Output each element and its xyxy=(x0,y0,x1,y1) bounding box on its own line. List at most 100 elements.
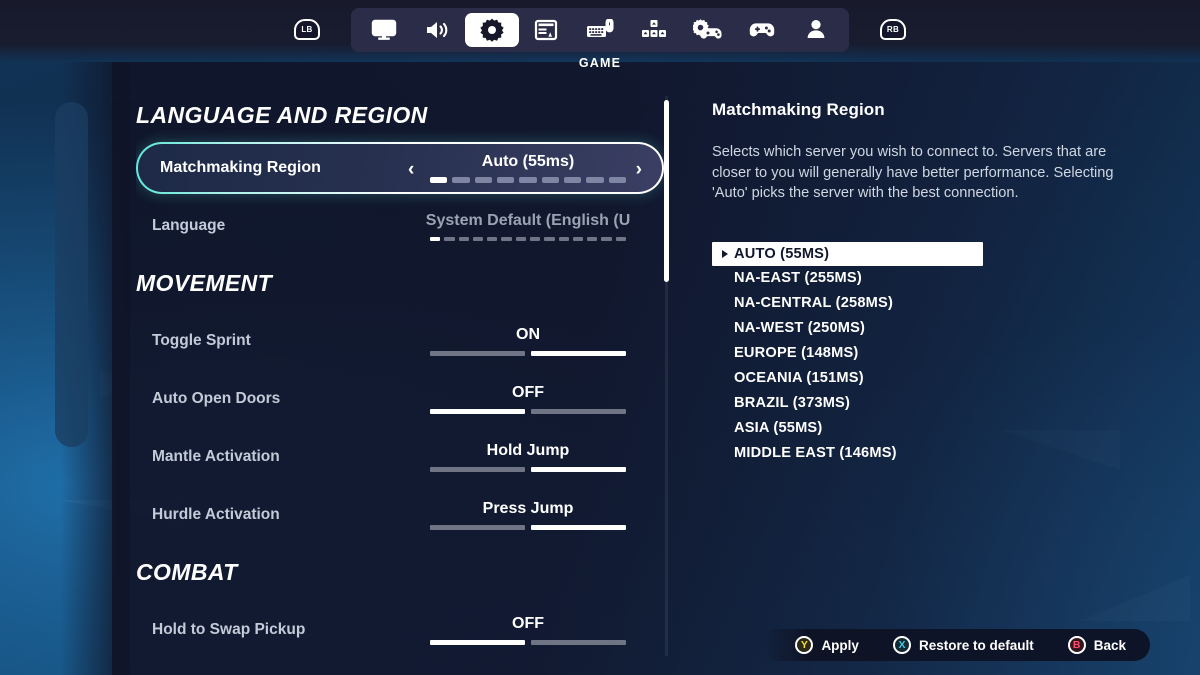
region-option-label: NA-CENTRAL (258MS) xyxy=(734,295,894,311)
setting-value-toggle-sprint: ON xyxy=(516,326,540,343)
region-option-europe[interactable]: EUROPE (148MS) xyxy=(712,341,1152,366)
segment xyxy=(519,177,537,183)
action-bar: Y Apply X Restore to default B Back xyxy=(761,629,1150,661)
account-icon xyxy=(807,20,825,38)
restore-to-default-button[interactable]: X Restore to default xyxy=(892,636,1034,654)
active-tab-caption: GAME xyxy=(578,56,622,70)
setting-value-hurdle-activation-wrap: Press Jump xyxy=(430,500,626,530)
shoulder-button-lb[interactable]: LB xyxy=(294,18,320,40)
tab-game[interactable] xyxy=(465,13,519,47)
tab-building[interactable] xyxy=(627,13,681,47)
segment xyxy=(529,236,541,241)
segment xyxy=(496,177,515,183)
setting-row-matchmaking-region-inner: Matchmaking Region ‹ Auto (55ms) › xyxy=(138,144,662,192)
segment xyxy=(601,236,612,241)
setting-row-auto-open-doors[interactable]: Auto Open Doors OFF xyxy=(136,377,666,421)
setting-label-language: Language xyxy=(152,217,226,234)
region-option-label: NA-EAST (255MS) xyxy=(734,270,862,286)
segment xyxy=(587,236,598,241)
setting-value-language: System Default (English (U xyxy=(425,211,631,229)
setting-value-matchmaking-region: Auto (55ms) xyxy=(481,153,575,170)
segment xyxy=(615,236,626,241)
segment xyxy=(487,236,498,241)
detail-panel: Matchmaking Region Selects which server … xyxy=(712,100,1152,466)
section-rail[interactable] xyxy=(55,102,88,447)
hud-layout-icon xyxy=(534,19,558,41)
button-glyph-b-icon: B xyxy=(1067,636,1086,654)
setting-row-mantle-activation[interactable]: Mantle Activation Hold Jump xyxy=(136,435,666,479)
back-button[interactable]: B Back xyxy=(1067,636,1126,654)
shoulder-lb-label: LB xyxy=(294,18,320,40)
segment xyxy=(531,467,626,472)
region-option-na-west[interactable]: NA-WEST (250MS) xyxy=(712,316,1152,341)
setting-value-auto-open-doors-wrap: OFF xyxy=(430,384,626,414)
apply-label: Apply xyxy=(821,637,859,653)
settings-list: LANGUAGE AND REGION Matchmaking Region ‹… xyxy=(136,96,666,675)
shoulder-button-rb[interactable]: RB xyxy=(880,18,906,40)
region-option-oceania[interactable]: OCEANIA (151MS) xyxy=(712,366,1152,391)
region-option-label: MIDDLE EAST (146MS) xyxy=(734,445,897,461)
selection-caret-icon xyxy=(722,249,728,258)
building-icon xyxy=(642,20,666,37)
button-glyph-y-icon: Y xyxy=(795,636,814,654)
setting-row-language[interactable]: Language System Default (English (U xyxy=(136,204,666,248)
region-option-label: EUROPE (148MS) xyxy=(734,345,859,361)
region-option-na-central[interactable]: NA-CENTRAL (258MS) xyxy=(712,291,1152,316)
setting-value-hold-to-swap-pickup-wrap: OFF xyxy=(430,615,626,645)
region-option-label: BRAZIL (373MS) xyxy=(734,395,851,411)
detail-title: Matchmaking Region xyxy=(712,100,885,119)
next-value-arrow[interactable]: › xyxy=(636,160,642,179)
segment xyxy=(544,236,555,241)
segment xyxy=(458,236,469,241)
tab-account[interactable] xyxy=(789,13,843,47)
setting-value-language-wrap: System Default (English (U xyxy=(426,212,630,241)
setting-segments-matchmaking-region xyxy=(430,177,626,183)
setting-segments-hold-to-swap-pickup xyxy=(430,640,626,645)
segment xyxy=(531,640,626,645)
setting-row-toggle-targeting[interactable]: Toggle Targeting OFF xyxy=(136,666,666,675)
tab-controller[interactable] xyxy=(735,13,789,47)
region-option-na-east[interactable]: NA-EAST (255MS) xyxy=(712,266,1152,291)
tab-video[interactable] xyxy=(357,13,411,47)
detail-description: Selects which server you wish to connect… xyxy=(712,144,1114,201)
tab-strip xyxy=(351,8,849,52)
tab-brightness-hud[interactable] xyxy=(519,13,573,47)
region-option-asia[interactable]: ASIA (55MS) xyxy=(712,416,1152,441)
segment xyxy=(444,236,455,241)
segment xyxy=(430,525,525,530)
segment xyxy=(472,236,484,241)
segment xyxy=(452,177,470,183)
segment xyxy=(558,236,569,241)
tab-keyboard-mouse[interactable] xyxy=(573,13,627,47)
setting-label-auto-open-doors: Auto Open Doors xyxy=(152,390,281,407)
tab-audio[interactable] xyxy=(411,13,465,47)
setting-segments-auto-open-doors xyxy=(430,409,626,414)
settings-screen: LB RB GAME LANGUAGE AND REGION Matchmaki… xyxy=(0,0,1200,675)
segment xyxy=(586,177,604,183)
setting-label-mantle-activation: Mantle Activation xyxy=(152,448,280,465)
region-option-middle-east[interactable]: MIDDLE EAST (146MS) xyxy=(712,441,1152,466)
setting-value-hold-to-swap-pickup: OFF xyxy=(512,615,544,632)
setting-row-matchmaking-region[interactable]: Matchmaking Region ‹ Auto (55ms) › xyxy=(136,142,664,194)
tab-gameplay-controller[interactable] xyxy=(681,13,735,47)
segment xyxy=(572,236,584,241)
button-glyph-x-icon: X xyxy=(892,636,911,654)
back-label: Back xyxy=(1093,637,1126,653)
group-heading-combat: COMBAT xyxy=(136,559,238,585)
prev-value-arrow[interactable]: ‹ xyxy=(408,160,414,179)
region-option-auto[interactable]: AUTO (55MS) xyxy=(712,241,983,266)
segment xyxy=(430,409,525,414)
group-heading-language-and-region: LANGUAGE AND REGION xyxy=(136,102,428,128)
settings-scrollbar-thumb[interactable] xyxy=(664,100,669,282)
setting-label-hold-to-swap-pickup: Hold to Swap Pickup xyxy=(152,621,306,638)
region-option-list: AUTO (55MS) NA-EAST (255MS) NA-CENTRAL (… xyxy=(712,241,1152,466)
apply-button[interactable]: Y Apply xyxy=(795,636,859,654)
setting-row-hold-to-swap-pickup[interactable]: Hold to Swap Pickup OFF xyxy=(136,608,666,652)
setting-value-matchmaking-region-wrap: Auto (55ms) xyxy=(430,153,626,183)
setting-row-toggle-sprint[interactable]: Toggle Sprint ON xyxy=(136,319,666,363)
restore-to-default-label: Restore to default xyxy=(918,637,1034,653)
setting-value-mantle-activation: Hold Jump xyxy=(486,442,570,459)
setting-segments-language xyxy=(430,236,626,241)
region-option-brazil[interactable]: BRAZIL (373MS) xyxy=(712,391,1152,416)
setting-row-hurdle-activation[interactable]: Hurdle Activation Press Jump xyxy=(136,493,666,537)
